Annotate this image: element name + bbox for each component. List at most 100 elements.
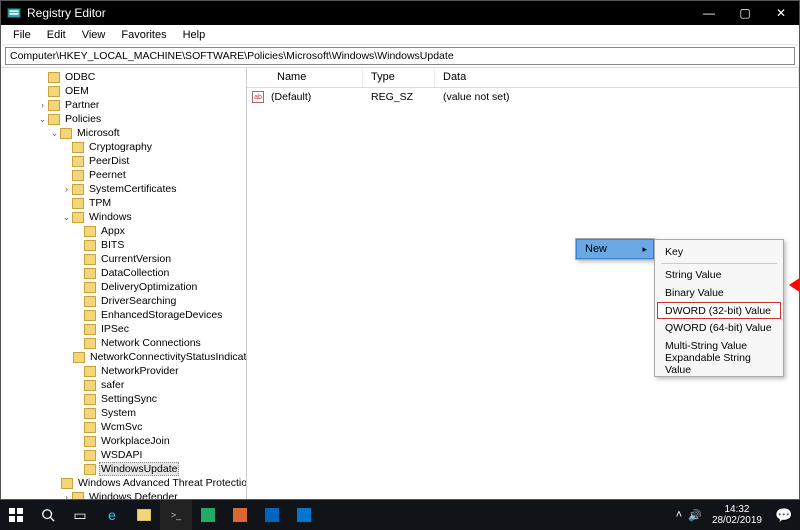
minimize-button[interactable]: — (691, 1, 727, 25)
tree-item-label: Network Connections (99, 337, 203, 349)
clock-time: 14:32 (712, 504, 762, 515)
address-bar[interactable]: Computer\HKEY_LOCAL_MACHINE\SOFTWARE\Pol… (5, 47, 795, 65)
tree-item[interactable]: ODBC (1, 70, 246, 84)
tree-item[interactable]: OEM (1, 84, 246, 98)
submenu-item[interactable]: DWORD (32-bit) Value (657, 302, 781, 319)
tray-chevron-icon[interactable]: ˄ (676, 509, 682, 521)
folder-icon (72, 212, 84, 223)
taskbar-clock[interactable]: 14:32 28/02/2019 (706, 504, 768, 526)
tree-item[interactable]: DataCollection (1, 266, 246, 280)
tree-item[interactable]: WcmSvc (1, 420, 246, 434)
tree-item[interactable]: ⌄Microsoft (1, 126, 246, 140)
tree-item[interactable]: PeerDist (1, 154, 246, 168)
folder-icon (84, 282, 96, 293)
tree-item[interactable]: safer (1, 378, 246, 392)
context-menu-new[interactable]: New (576, 239, 654, 259)
folder-icon (84, 394, 96, 405)
submenu-item[interactable]: String Value (657, 266, 781, 284)
tree-item[interactable]: Cryptography (1, 140, 246, 154)
menu-separator (661, 263, 777, 264)
tree-item[interactable]: ⌄Windows (1, 210, 246, 224)
tree-item[interactable]: › SystemCertificates (1, 182, 246, 196)
tree-item[interactable]: ›Partner (1, 98, 246, 112)
list-header: Name Type Data (247, 68, 799, 88)
close-button[interactable]: ✕ (763, 1, 799, 25)
menu-help[interactable]: Help (175, 27, 214, 43)
folder-icon (48, 72, 60, 83)
tree-item[interactable]: Network Connections (1, 336, 246, 350)
tray-volume-icon[interactable]: 🔊 (688, 509, 702, 522)
registry-editor-window: Registry Editor — ▢ ✕ File Edit View Fav… (0, 0, 800, 500)
tree-item[interactable]: ⌄Policies (1, 112, 246, 126)
notifications-icon[interactable]: 💬 (768, 500, 800, 530)
col-name[interactable]: Name (269, 68, 363, 87)
tree-item[interactable]: WSDAPI (1, 448, 246, 462)
taskbar-store-icon[interactable] (256, 500, 288, 530)
maximize-button[interactable]: ▢ (727, 1, 763, 25)
taskbar-terminal-icon[interactable]: >_ (160, 500, 192, 530)
folder-icon (72, 198, 84, 209)
folder-icon (84, 310, 96, 321)
submenu-item[interactable]: Expandable String Value (657, 355, 781, 373)
col-type[interactable]: Type (363, 68, 435, 87)
system-tray[interactable]: ˄ 🔊 (676, 509, 706, 522)
tree-item[interactable]: DeliveryOptimization (1, 280, 246, 294)
context-submenu-new: Key String ValueBinary ValueDWORD (32-bit… (654, 239, 784, 377)
tree-item[interactable]: Peernet (1, 168, 246, 182)
tree-item-label: NetworkConnectivityStatusIndicator (88, 351, 247, 363)
col-data[interactable]: Data (435, 68, 799, 87)
tree-item[interactable]: DriverSearching (1, 294, 246, 308)
value-row[interactable]: ab (Default) REG_SZ (value not set) (247, 88, 799, 106)
search-icon[interactable] (32, 500, 64, 530)
tree-item[interactable]: WorkplaceJoin (1, 434, 246, 448)
address-text: Computer\HKEY_LOCAL_MACHINE\SOFTWARE\Pol… (10, 50, 454, 62)
folder-icon (72, 184, 84, 195)
task-view-icon[interactable]: ▭ (64, 500, 96, 530)
registry-tree[interactable]: ODBCOEM›Partner⌄Policies⌄MicrosoftCrypto… (1, 68, 247, 499)
tree-item[interactable]: WindowsUpdate (1, 462, 246, 476)
tree-item-label: WorkplaceJoin (99, 435, 172, 447)
tree-item[interactable]: SettingSync (1, 392, 246, 406)
value-icon: ab (247, 91, 269, 103)
folder-icon (84, 464, 96, 475)
tree-item[interactable]: NetworkProvider (1, 364, 246, 378)
start-button[interactable] (0, 500, 32, 530)
tree-item[interactable]: System (1, 406, 246, 420)
collapse-icon[interactable]: ⌄ (61, 213, 72, 222)
folder-icon (84, 338, 96, 349)
folder-icon (84, 268, 96, 279)
tree-item-label: WcmSvc (99, 421, 144, 433)
expand-icon[interactable]: › (61, 493, 72, 500)
annotation-arrow (789, 273, 799, 297)
tree-item[interactable]: CurrentVersion (1, 252, 246, 266)
taskbar-app1-icon[interactable] (192, 500, 224, 530)
folder-icon (72, 156, 84, 167)
tree-item[interactable]: Windows Advanced Threat Protection (1, 476, 246, 490)
collapse-icon[interactable]: ⌄ (49, 129, 60, 138)
taskbar-edge-icon[interactable]: e (96, 500, 128, 530)
tree-item[interactable]: NetworkConnectivityStatusIndicator (1, 350, 246, 364)
tree-item[interactable]: Appx (1, 224, 246, 238)
expand-icon[interactable]: › (37, 101, 48, 110)
menu-favorites[interactable]: Favorites (113, 27, 174, 43)
submenu-item[interactable]: QWORD (64-bit) Value (657, 319, 781, 337)
tree-item-label: safer (99, 379, 126, 391)
menu-view[interactable]: View (74, 27, 114, 43)
taskbar-explorer-icon[interactable] (128, 500, 160, 530)
tree-item[interactable]: ›Windows Defender (1, 490, 246, 499)
tree-item-label: SystemCertificates (87, 183, 179, 195)
tree-item[interactable]: IPSec (1, 322, 246, 336)
menu-file[interactable]: File (5, 27, 39, 43)
tree-item[interactable]: EnhancedStorageDevices (1, 308, 246, 322)
taskbar-app3-icon[interactable] (288, 500, 320, 530)
tree-item-label: DriverSearching (99, 295, 178, 307)
expand-icon[interactable]: › (61, 185, 72, 194)
taskbar-app2-icon[interactable] (224, 500, 256, 530)
tree-item-label: IPSec (99, 323, 131, 335)
collapse-icon[interactable]: ⌄ (37, 115, 48, 124)
submenu-item[interactable]: Binary Value (657, 284, 781, 302)
tree-item[interactable]: TPM (1, 196, 246, 210)
submenu-item[interactable]: Key (657, 243, 781, 261)
tree-item[interactable]: BITS (1, 238, 246, 252)
menu-edit[interactable]: Edit (39, 27, 74, 43)
